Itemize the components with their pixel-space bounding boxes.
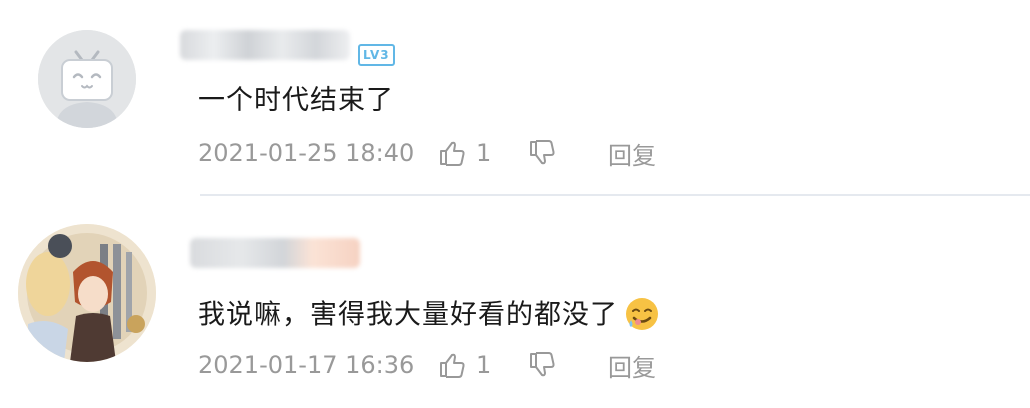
thumbs-up-icon: [440, 353, 465, 378]
timestamp: 2021-01-25 18:40: [198, 139, 415, 167]
comment-item: LV3 一个时代结束了 2021-01-25 18:40 1 回复: [0, 0, 1030, 195]
tv-mascot-avatar-icon: [38, 30, 136, 128]
comment-text-body: 我说嘛，害得我大量好看的都没了: [198, 299, 618, 331]
dislike-button[interactable]: [528, 139, 608, 167]
like-button[interactable]: 1: [438, 139, 528, 167]
username-redacted[interactable]: [180, 30, 350, 60]
comment-meta: 2021-01-25 18:40 1 回复: [198, 136, 656, 171]
timestamp: 2021-01-17 16:36: [198, 351, 415, 379]
thumbs-down-icon: [530, 140, 555, 165]
reply-button[interactable]: 回复: [608, 136, 656, 171]
sweat-smile-emoji-icon: [626, 298, 658, 330]
comment-text: 一个时代结束了: [198, 85, 394, 116]
username-redacted[interactable]: [190, 238, 360, 268]
comment-meta: 2021-01-17 16:36 1 回复: [198, 348, 656, 383]
like-button[interactable]: 1: [438, 351, 528, 379]
level-badge: LV3: [358, 44, 395, 66]
avatar[interactable]: [18, 224, 156, 362]
thumbs-down-icon: [530, 352, 555, 377]
like-count: 1: [476, 139, 492, 167]
dislike-button[interactable]: [528, 351, 608, 379]
comment-text: 我说嘛，害得我大量好看的都没了: [198, 298, 660, 334]
like-count: 1: [476, 351, 492, 379]
reply-button[interactable]: 回复: [608, 348, 656, 383]
thumbs-up-icon: [440, 141, 465, 166]
anime-character-avatar-icon: [18, 224, 156, 362]
comment-item: 我说嘛，害得我大量好看的都没了 2021-01-17 16:36 1 回复: [0, 196, 1030, 408]
avatar[interactable]: [38, 30, 136, 128]
